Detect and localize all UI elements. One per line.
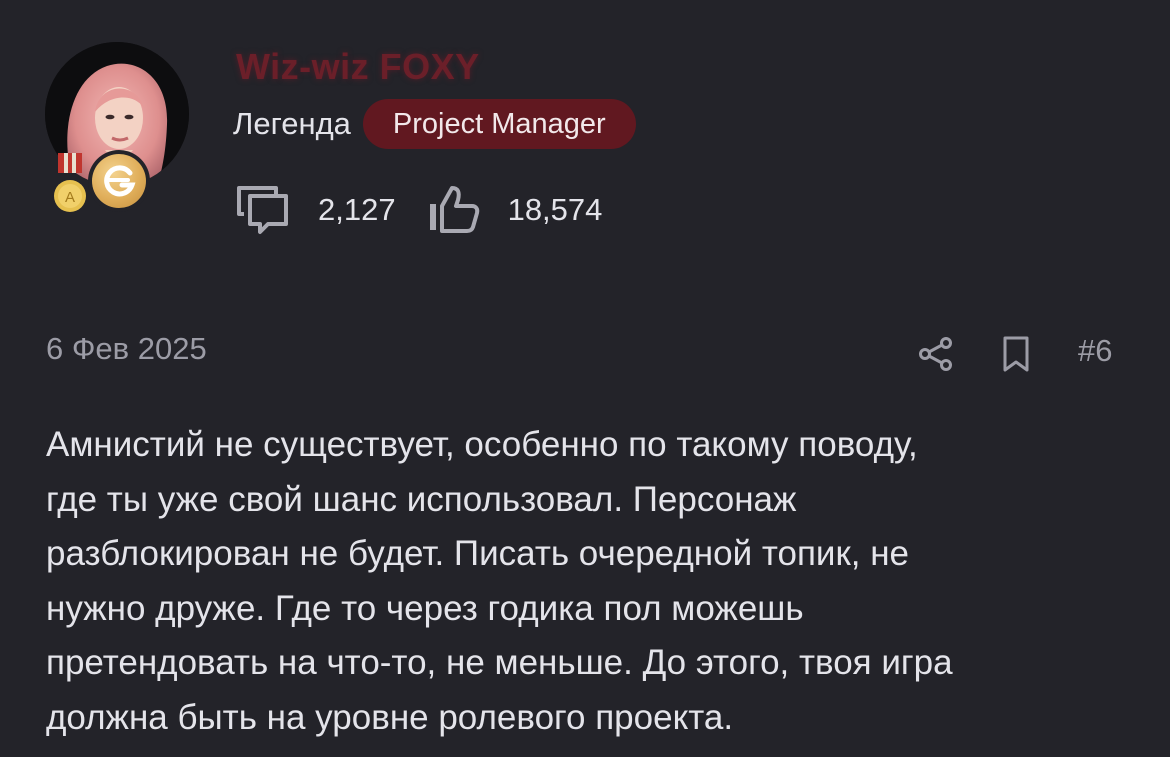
bookmark-icon[interactable] — [996, 334, 1036, 374]
avatar-block: A — [45, 42, 190, 217]
reactions-count: 18,574 — [507, 192, 603, 227]
post-body-line: претендовать на что-то, не меньше. До эт… — [46, 643, 953, 682]
post-body-line: нужно друже. Где то через годика пол мож… — [46, 588, 804, 628]
user-stats: 2,127 18,574 — [236, 182, 602, 238]
post-body: Амнистий не существует, особенно по тако… — [46, 418, 1126, 745]
post-body-line: Амнистий не существует, особенно по тако… — [46, 425, 918, 464]
messages-icon — [236, 182, 292, 238]
g-logo-badge-icon[interactable] — [88, 150, 150, 212]
post-body-line: должна быть на уровне ролевого проекта. — [46, 697, 734, 737]
user-rank: Легенда — [233, 106, 351, 141]
username[interactable]: Wiz-wiz FOXY — [236, 46, 480, 88]
medal-icon[interactable]: A — [53, 153, 87, 215]
thumbs-up-icon — [426, 182, 482, 238]
post-date[interactable]: 6 Фев 2025 — [46, 331, 207, 367]
role-badge: Project Manager — [362, 99, 636, 149]
forum-post: A Wiz-wiz FOXY Легенда Project Manager 2… — [0, 0, 1170, 757]
messages-count: 2,127 — [318, 192, 396, 227]
medal-letter: A — [65, 189, 75, 206]
post-body-line: где ты уже свой шанс использовал. Персон… — [46, 479, 797, 519]
share-icon[interactable] — [916, 334, 956, 374]
post-body-line: разблокирован не будет. Писать очередной… — [46, 534, 910, 573]
role-badge-label: Project Manager — [392, 107, 606, 140]
user-titles: Легенда Project Manager — [233, 99, 636, 149]
post-number-link[interactable]: #6 — [1078, 333, 1112, 369]
